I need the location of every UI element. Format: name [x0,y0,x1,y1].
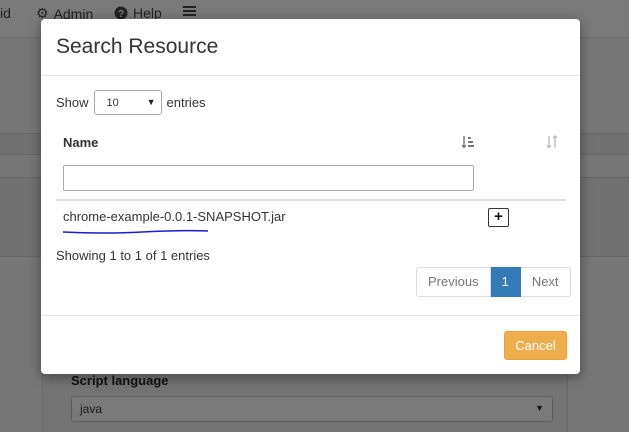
page-1-button[interactable]: 1 [490,267,521,297]
caret-down-icon: ▼ [146,97,156,107]
next-page-button[interactable]: Next [520,267,571,297]
pagination: Previous 1 Next [416,267,571,297]
page-length-control: Show 10 ▼ entries [56,90,206,115]
resource-name: chrome-example-0.0.1-SNAPSHOT.jar [63,209,286,224]
cancel-button[interactable]: Cancel [504,331,567,360]
name-filter-input[interactable] [63,165,474,191]
modal-footer: Cancel [41,316,580,374]
column-header-name[interactable]: Name [63,135,98,150]
show-label: Show [56,95,89,110]
previous-page-button[interactable]: Previous [416,267,491,297]
modal-body: Show 10 ▼ entries Name chrome-example-0.… [41,76,580,316]
plus-icon: + [494,208,503,225]
entries-label: entries [166,95,206,110]
modal-title: Search Resource [56,35,219,58]
page-length-value: 10 [106,97,119,109]
sort-both-icon[interactable] [545,135,559,149]
sort-ascending-icon[interactable] [461,135,475,149]
add-resource-button[interactable]: + [488,208,509,227]
page-length-select[interactable]: 10 ▼ [93,90,162,115]
search-resource-modal: Search Resource Show 10 ▼ entries Name c… [41,19,580,374]
table-divider [56,199,566,201]
table-info: Showing 1 to 1 of 1 entries [56,248,210,263]
modal-header: Search Resource [41,19,580,76]
annotation-underline [62,229,209,234]
